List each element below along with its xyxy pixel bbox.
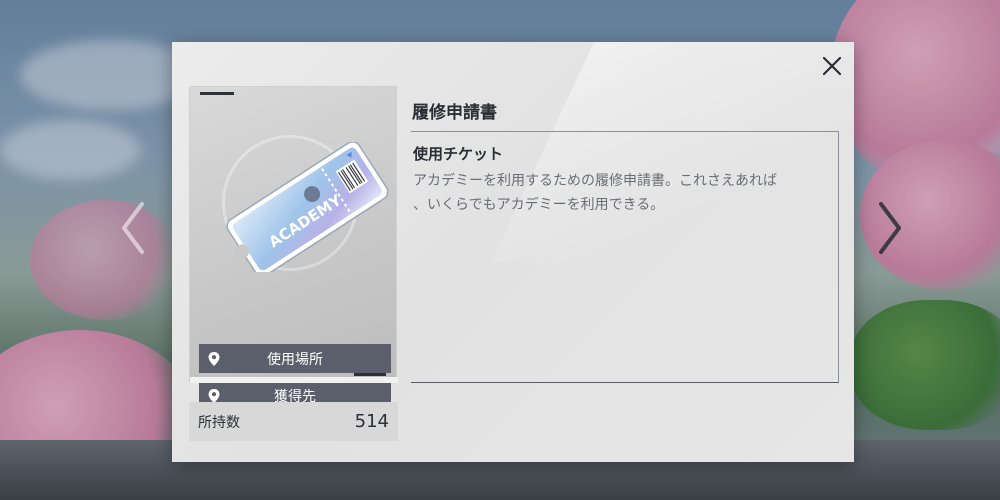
owned-count-box: 所持数 514 <box>189 402 398 441</box>
chevron-left-icon <box>122 202 144 254</box>
close-button[interactable] <box>820 54 844 78</box>
location-pin-icon <box>207 351 221 367</box>
card-corner-mark <box>200 92 234 95</box>
item-card: ACADEMY 使用場所 獲得先 <box>189 86 400 410</box>
description-line: 、いくらでもアカデミーを利用できる。 <box>413 197 665 213</box>
ticket-image: ACADEMY <box>210 141 400 277</box>
usage-location-label: 使用場所 <box>267 351 323 368</box>
item-description: アカデミーを利用するための履修申請書。これさえあれば 、いくらでもアカデミーを利… <box>413 169 833 217</box>
owned-count-value: 514 <box>354 411 389 432</box>
close-icon <box>822 56 842 76</box>
item-detail-dialog: ACADEMY 使用場所 獲得先 所持数 514 履修申請書 使用チケット アカ… <box>172 42 854 462</box>
next-item-button[interactable] <box>875 200 905 256</box>
chevron-right-icon <box>879 202 901 254</box>
owned-count-label: 所持数 <box>198 414 240 431</box>
card-corner-mark <box>354 373 386 376</box>
card-bottom-strip <box>190 377 398 383</box>
description-box: 使用チケット アカデミーを利用するための履修申請書。これさえあれば 、いくらでも… <box>411 131 839 383</box>
usage-location-button[interactable]: 使用場所 <box>199 344 391 373</box>
item-type: 使用チケット <box>413 145 504 163</box>
description-line: アカデミーを利用するための履修申請書。これさえあれば <box>413 173 777 189</box>
previous-item-button[interactable] <box>118 200 148 256</box>
item-name: 履修申請書 <box>412 103 497 123</box>
